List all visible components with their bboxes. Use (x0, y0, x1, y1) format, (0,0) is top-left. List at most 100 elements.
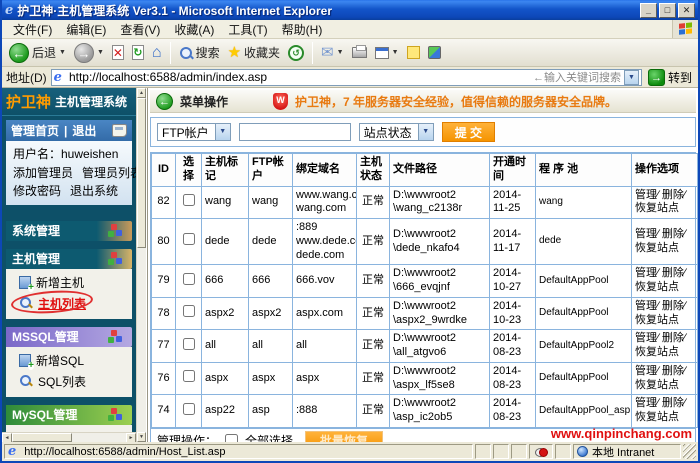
home-icon: ⌂ (152, 45, 162, 61)
edit-dropdown-icon[interactable]: ▼ (392, 49, 399, 56)
privacy-report-segment[interactable] (529, 444, 553, 459)
address-dropdown-icon[interactable]: ▼ (624, 70, 639, 85)
action-link[interactable]: 删除 (662, 189, 684, 201)
row-checkbox[interactable] (183, 233, 195, 245)
action-link[interactable]: 管理 (635, 365, 657, 377)
action-link[interactable]: 删除 (662, 228, 684, 240)
section-header[interactable]: MSSQL管理 (6, 327, 132, 347)
action-link[interactable]: 管理 (635, 228, 657, 240)
row-checkbox[interactable] (183, 305, 195, 317)
action-link[interactable]: 删除 (662, 332, 684, 344)
scroll-thumb[interactable] (12, 433, 72, 442)
action-link[interactable]: 恢复站点 (635, 314, 679, 326)
search-button[interactable]: 搜索 (176, 43, 223, 62)
action-link[interactable]: 管理 (635, 397, 657, 409)
forward-dropdown-icon[interactable]: ▼ (97, 49, 104, 56)
sidebar-item[interactable]: SQL列表 (6, 371, 132, 392)
maximize-button[interactable]: □ (659, 3, 676, 18)
action-link[interactable]: 恢复站点 (635, 411, 679, 423)
admin-home-link[interactable]: 管理首页 (11, 122, 59, 139)
action-link[interactable]: 管理 (635, 332, 657, 344)
submit-button[interactable]: 提 交 (442, 122, 495, 142)
back-dropdown-icon[interactable]: ▼ (59, 49, 66, 56)
back-button[interactable]: ← 后退 ▼ (6, 42, 69, 64)
section-header[interactable]: MySQL管理 (6, 405, 132, 425)
messenger-button[interactable] (425, 45, 444, 60)
scroll-thumb[interactable] (137, 98, 146, 248)
address-field[interactable]: e http://localhost:6588/admin/index.asp … (51, 69, 642, 86)
status-segment (493, 444, 509, 459)
print-button[interactable] (349, 46, 370, 59)
cell-select (176, 265, 202, 298)
scroll-up-icon[interactable]: ▲ (137, 88, 146, 98)
cell-actions: 管理∕ 删除∕ 恢复站点 (632, 297, 698, 330)
cell-pool: DefaultAppPool (536, 265, 632, 298)
column-header: 开通时间 (490, 154, 536, 187)
action-link[interactable]: 恢复站点 (635, 202, 679, 214)
row-checkbox[interactable] (183, 338, 195, 350)
forward-button[interactable]: → ▼ (71, 42, 107, 64)
action-link[interactable]: 管理 (635, 267, 657, 279)
action-link[interactable]: 恢复站点 (635, 242, 679, 254)
action-link[interactable]: 管理 (635, 189, 657, 201)
row-checkbox[interactable] (183, 273, 195, 285)
menu-back-icon[interactable]: ← (156, 93, 173, 110)
mail-dropdown-icon[interactable]: ▼ (337, 49, 344, 56)
action-link[interactable]: 管理 (635, 300, 657, 312)
scroll-left-icon[interactable]: ◄ (2, 433, 12, 442)
action-link[interactable]: 删除 (662, 300, 684, 312)
row-checkbox[interactable] (183, 194, 195, 206)
edit-button[interactable]: ▼ (372, 46, 402, 60)
menu-item[interactable]: 编辑(E) (59, 22, 113, 38)
cell-ftp: all (249, 330, 293, 363)
resize-grip[interactable] (683, 444, 696, 459)
action-link[interactable]: 删除 (662, 267, 684, 279)
menu-item[interactable]: 帮助(H) (275, 22, 330, 38)
stop-button[interactable]: ✕ (109, 44, 127, 61)
action-link[interactable]: 恢复站点 (635, 281, 679, 293)
action-link[interactable]: 恢复站点 (635, 379, 679, 391)
sidebar-item[interactable]: 主机列表 (6, 293, 132, 314)
filter-type-select[interactable]: FTP帐户 ▼ (157, 123, 231, 141)
section-header[interactable]: 主机管理 (6, 249, 132, 269)
sidebar-item[interactable]: 新增主机 (6, 272, 132, 293)
logout-link[interactable]: 退出 (72, 122, 96, 139)
row-checkbox[interactable] (183, 403, 195, 415)
action-link[interactable]: 删除 (662, 365, 684, 377)
menu-item[interactable]: 文件(F) (6, 22, 59, 38)
home-button[interactable]: ⌂ (149, 44, 165, 62)
filter-type-value: FTP帐户 (162, 124, 209, 141)
menu-item[interactable]: 工具(T) (221, 22, 274, 38)
scroll-down-icon[interactable]: ▼ (137, 432, 146, 442)
sidebar-item[interactable]: 新增SQL (6, 350, 132, 371)
sidebar-vertical-scrollbar[interactable]: ▲ ▼ (136, 88, 146, 442)
row-checkbox[interactable] (183, 370, 195, 382)
user-link[interactable]: 修改密码 (13, 182, 61, 201)
notes-button[interactable] (404, 45, 423, 60)
filter-keyword-input[interactable] (239, 123, 351, 141)
refresh-button[interactable]: ↻ (129, 44, 147, 61)
user-link[interactable]: 添加管理员 (13, 164, 73, 183)
filter-status-select[interactable]: 站点状态 ▼ (359, 123, 434, 141)
go-button[interactable]: → 转到 (646, 69, 694, 86)
close-button[interactable]: ✕ (678, 3, 695, 18)
cell-actions: 管理∕ 删除∕ 恢复站点 (632, 265, 698, 298)
menu-item[interactable]: 查看(V) (113, 22, 167, 38)
select-all-checkbox[interactable] (225, 434, 238, 442)
scroll-right-icon[interactable]: ► (126, 433, 136, 442)
scroll-track[interactable] (137, 98, 146, 432)
section-header[interactable]: 系统管理 (6, 221, 132, 241)
favorites-button[interactable]: ★ 收藏夹 (225, 43, 283, 62)
user-link[interactable]: 退出系统 (70, 182, 118, 201)
history-button[interactable]: ↺ (285, 44, 307, 62)
batch-restore-button[interactable]: 批量恢复 (305, 431, 383, 442)
sidebar-horizontal-scrollbar[interactable]: ◄ ► (2, 432, 136, 442)
user-link[interactable]: 管理员列表 (82, 164, 136, 183)
minimize-button[interactable]: _ (640, 3, 657, 18)
browser-window: e 护卫神·主机管理系统 Ver3.1 - Microsoft Internet… (0, 0, 700, 463)
action-link[interactable]: 删除 (662, 397, 684, 409)
cell-path: D:\wwwroot2\aspx2_9wrdke (390, 297, 490, 330)
menu-item[interactable]: 收藏(A) (167, 22, 221, 38)
action-link[interactable]: 恢复站点 (635, 346, 679, 358)
mail-button[interactable]: ✉▼ (318, 44, 347, 61)
